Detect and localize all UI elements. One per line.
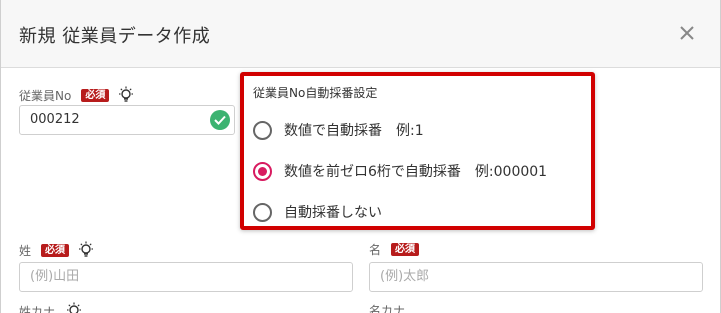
popover-title: 従業員No自動採番設定	[253, 86, 378, 100]
option-zero-padded[interactable]: 数値を前ゼロ6桁で自動採番 例:000001	[253, 161, 547, 181]
lightbulb-icon[interactable]	[77, 241, 95, 259]
dialog-header: 新規 従業員データ作成	[1, 0, 720, 68]
first-name-kana-label: 名カナ	[369, 304, 406, 313]
last-name-kana-label: 姓カナ	[19, 304, 56, 313]
required-badge: 必須	[81, 88, 110, 102]
option-manual-label: 自動採番しない	[284, 205, 382, 221]
valid-check-icon	[210, 110, 230, 130]
first-name-kana-label-row: 名カナ	[369, 302, 415, 313]
employee-no-value: 000212	[30, 112, 80, 127]
option-numeric-label: 数値で自動採番 例:1	[284, 123, 424, 139]
employee-no-label: 従業員No	[19, 88, 72, 103]
auto-numbering-popover: 従業員No自動採番設定 数値で自動採番 例:1 数値を前ゼロ6桁で自動採番 例:…	[240, 72, 595, 230]
first-name-label-row: 名 必須	[369, 241, 427, 258]
radio-manual[interactable]	[253, 202, 272, 222]
last-name-label: 姓	[19, 243, 32, 258]
lightbulb-icon[interactable]	[117, 86, 135, 104]
employee-no-label-row: 従業員No 必須	[19, 86, 135, 104]
radio-numeric[interactable]	[253, 120, 272, 140]
last-name-label-row: 姓 必須	[19, 241, 95, 259]
required-badge: 必須	[41, 243, 70, 257]
option-manual[interactable]: 自動採番しない	[253, 202, 382, 222]
close-icon[interactable]	[674, 20, 700, 46]
option-numeric[interactable]: 数値で自動採番 例:1	[253, 120, 424, 140]
first-name-label: 名	[369, 243, 382, 257]
dialog-title: 新規 従業員データ作成	[19, 26, 211, 47]
required-badge: 必須	[391, 243, 420, 256]
radio-zero-padded[interactable]	[253, 161, 272, 181]
employee-no-input[interactable]: 000212	[19, 105, 235, 135]
create-employee-dialog: 新規 従業員データ作成 従業員No 必須 000212 従業員No自動採番設定 …	[0, 0, 721, 313]
last-name-input[interactable]: (例)山田	[19, 262, 353, 292]
last-name-kana-label-row: 姓カナ	[19, 302, 83, 313]
lightbulb-icon[interactable]	[65, 302, 83, 313]
first-name-input[interactable]: (例)太郎	[369, 262, 703, 292]
option-zero-padded-label: 数値を前ゼロ6桁で自動採番 例:000001	[284, 164, 548, 180]
